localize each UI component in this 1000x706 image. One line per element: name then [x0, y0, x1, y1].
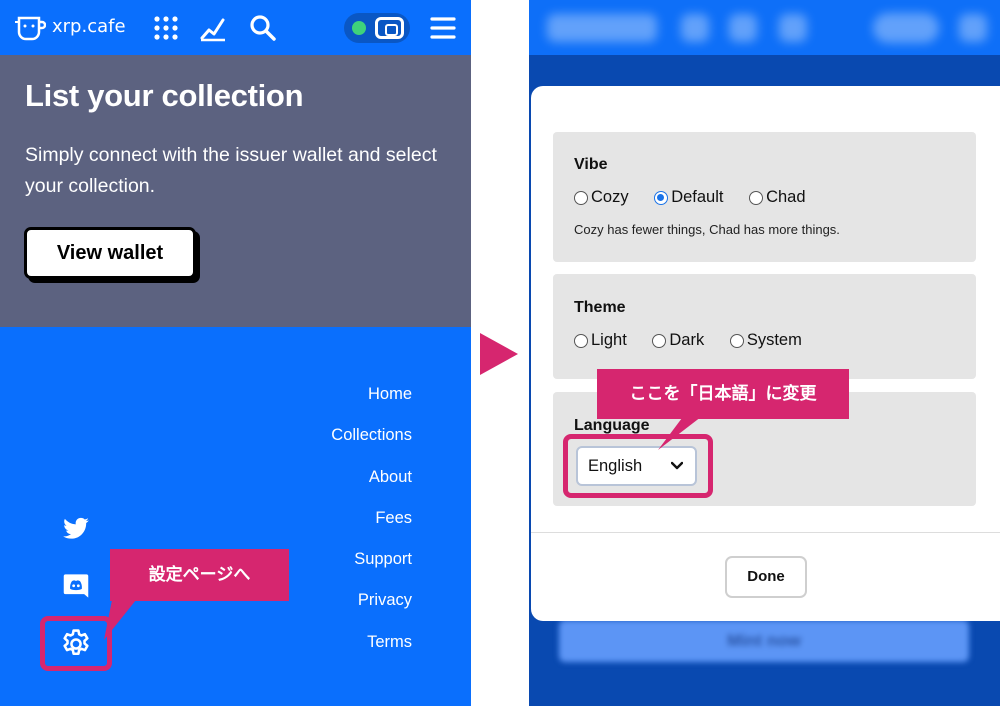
logo-text[interactable]: xrp.cafe — [52, 16, 126, 37]
chart-icon[interactable] — [199, 14, 227, 42]
discord-icon[interactable] — [62, 572, 90, 600]
grid-icon[interactable] — [152, 14, 180, 42]
radio-icon[interactable] — [652, 333, 667, 348]
vibe-option-default[interactable]: Default — [654, 188, 723, 207]
blurred-top-nav — [529, 0, 1000, 55]
footer-link-fees[interactable]: Fees — [331, 508, 412, 549]
footer-links: Home Collections About Fees Support Priv… — [331, 384, 412, 673]
chevron-down-icon — [671, 461, 683, 470]
footer-link-terms[interactable]: Terms — [331, 632, 412, 673]
language-select-value: English — [588, 457, 643, 475]
menu-icon[interactable] — [429, 14, 457, 42]
theme-option-light[interactable]: Light — [574, 331, 627, 350]
language-title: Language — [574, 417, 650, 434]
mug-logo-icon[interactable] — [14, 14, 46, 42]
footer-link-support[interactable]: Support — [331, 549, 412, 590]
vibe-option-chad[interactable]: Chad — [749, 188, 806, 207]
wallet-toggle[interactable] — [344, 13, 410, 43]
modal-divider — [531, 532, 1000, 533]
done-button[interactable]: Done — [725, 556, 807, 598]
theme-title: Theme — [574, 299, 626, 316]
radio-checked-icon[interactable] — [654, 190, 669, 205]
footer-link-home[interactable]: Home — [331, 384, 412, 425]
footer-link-collections[interactable]: Collections — [331, 425, 412, 466]
language-callout: ここを「日本語」に変更 — [597, 369, 849, 419]
theme-options: Light Dark System — [574, 331, 823, 353]
footer-link-privacy[interactable]: Privacy — [331, 590, 412, 631]
view-wallet-button[interactable]: View wallet — [24, 227, 196, 279]
language-select[interactable]: English — [576, 446, 697, 486]
play-arrow-icon — [480, 333, 518, 375]
connection-status-dot — [352, 21, 366, 35]
vibe-options: Cozy Default Chad — [574, 188, 827, 210]
search-icon[interactable] — [249, 14, 277, 42]
radio-icon[interactable] — [749, 190, 764, 205]
settings-modal: Vibe Cozy Default Chad Cozy has fewer th… — [531, 86, 1000, 621]
twitter-icon[interactable] — [62, 515, 90, 543]
radio-icon[interactable] — [729, 333, 744, 348]
mobile-screen-left: xrp.cafe List your collection Simply con… — [0, 0, 471, 706]
gear-icon[interactable] — [59, 627, 93, 661]
radio-icon[interactable] — [574, 333, 588, 348]
theme-option-system[interactable]: System — [729, 331, 802, 350]
hero-section: List your collection Simply connect with… — [0, 55, 471, 327]
settings-callout: 設定ページへ — [110, 549, 289, 601]
hero-description: Simply connect with the issuer wallet an… — [25, 144, 437, 197]
vibe-title: Vibe — [574, 156, 608, 173]
page-title: List your collection — [25, 78, 304, 113]
wallet-icon — [375, 17, 404, 39]
vibe-description: Cozy has fewer things, Chad has more thi… — [574, 222, 840, 237]
theme-section: Theme Light Dark System — [553, 274, 976, 379]
vibe-option-cozy[interactable]: Cozy — [574, 188, 629, 207]
radio-icon[interactable] — [574, 190, 588, 205]
vibe-section: Vibe Cozy Default Chad Cozy has fewer th… — [553, 132, 976, 262]
top-nav-bar: xrp.cafe — [0, 0, 471, 55]
theme-option-dark[interactable]: Dark — [652, 331, 704, 350]
mint-now-button: Mint now — [559, 620, 969, 662]
footer-link-about[interactable]: About — [331, 467, 412, 508]
